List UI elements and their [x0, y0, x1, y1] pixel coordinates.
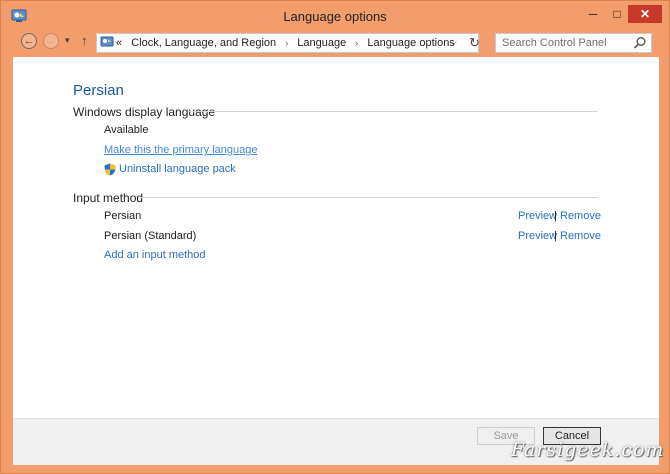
- preview-link[interactable]: Preview: [518, 210, 557, 222]
- address-bar[interactable]: « Clock, Language, and Region › Language…: [96, 33, 480, 53]
- breadcrumb-separator-icon[interactable]: ›: [285, 38, 288, 48]
- breadcrumb-separator-icon[interactable]: ›: [355, 38, 358, 48]
- display-language-heading: Windows display language: [73, 105, 216, 119]
- search-box[interactable]: Search Control Panel: [495, 33, 652, 53]
- recent-locations-chevron-icon[interactable]: ▾: [65, 35, 70, 46]
- forward-button[interactable]: →: [43, 33, 59, 49]
- uninstall-language-pack-link[interactable]: Uninstall language pack: [119, 163, 236, 175]
- breadcrumb-overflow[interactable]: «: [116, 37, 122, 49]
- refresh-icon[interactable]: ↻: [469, 35, 480, 51]
- remove-link[interactable]: Remove: [560, 230, 601, 242]
- breadcrumb-clock-language-region[interactable]: Clock, Language, and Region: [131, 37, 276, 49]
- input-method-heading: Input method: [73, 191, 144, 205]
- preview-link[interactable]: Preview: [518, 230, 557, 242]
- watermark-text: Farsigeek.com: [511, 439, 665, 461]
- add-input-method-link[interactable]: Add an input method: [104, 249, 206, 261]
- close-button[interactable]: ✕: [628, 5, 662, 23]
- remove-link[interactable]: Remove: [560, 210, 601, 222]
- section-divider: [138, 197, 598, 198]
- section-divider: [188, 111, 598, 112]
- display-language-status: Available: [104, 124, 149, 136]
- search-icon[interactable]: [633, 36, 647, 50]
- input-method-name: Persian: [104, 210, 142, 222]
- main-content: Persian Windows display language Availab…: [13, 57, 659, 418]
- maximize-button[interactable]: □: [605, 5, 629, 23]
- link-separator: |: [554, 210, 557, 222]
- breadcrumb-language[interactable]: Language: [297, 37, 346, 49]
- language-options-window: Language options ─ □ ✕ ← → ▾ ↑ « Clock, …: [0, 0, 670, 474]
- breadcrumb: « Clock, Language, and Region › Language…: [116, 37, 461, 49]
- title-bar[interactable]: Language options ─ □ ✕: [1, 1, 669, 31]
- address-dropdown-icon[interactable]: ⌵: [450, 37, 457, 48]
- search-input[interactable]: Search Control Panel: [502, 37, 607, 49]
- input-method-name: Persian (Standard): [104, 230, 197, 242]
- make-primary-language-link[interactable]: Make this the primary language: [104, 144, 257, 156]
- back-button[interactable]: ←: [21, 33, 37, 49]
- minimize-button[interactable]: ─: [581, 5, 605, 23]
- navigation-bar: ← → ▾ ↑ « Clock, Language, and Region › …: [13, 31, 659, 55]
- page-title: Persian: [73, 82, 124, 99]
- link-separator: |: [554, 230, 557, 242]
- control-panel-icon: [100, 36, 114, 47]
- uac-shield-icon: [104, 163, 116, 176]
- window-title: Language options: [283, 9, 387, 24]
- breadcrumb-language-options[interactable]: Language options: [367, 37, 454, 49]
- up-button[interactable]: ↑: [81, 33, 88, 48]
